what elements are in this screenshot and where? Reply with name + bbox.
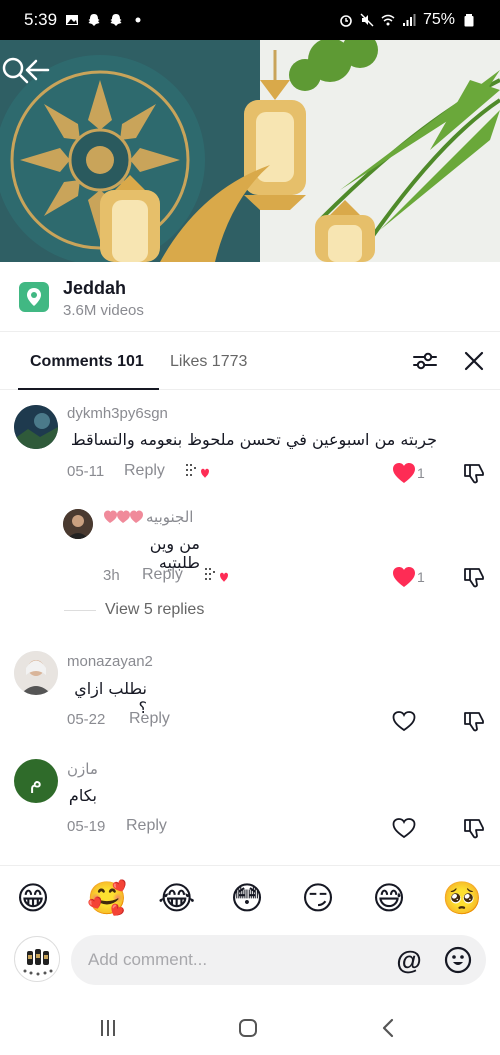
location-banner (0, 40, 500, 262)
location-video-count: 3.6M videos (63, 302, 144, 319)
alarm-icon (340, 15, 352, 27)
reply-item: الجنوبيه من وين طلبتيه 3h Reply 1 (0, 504, 500, 588)
avatar[interactable]: م (14, 759, 58, 803)
comment-text: جربته من اسبوعين في تحسن ملحوظ بنعومه وا… (70, 430, 437, 449)
location-header[interactable]: Jeddah 3.6M videos (0, 262, 500, 332)
comment-username[interactable]: monazayan2 (67, 653, 153, 670)
search-icon[interactable] (0, 55, 30, 85)
comment-item: م مازن بكام 05-19 Reply (0, 756, 500, 846)
quick-emoji-bar: 😁 🥰 😂 😳 😏 😅 🥺 (0, 874, 500, 926)
comments-sheet: Jeddah 3.6M videos Comments 101 Likes 17… (0, 262, 500, 1055)
battery-icon (464, 14, 474, 27)
like-heart-icon[interactable] (392, 817, 416, 839)
like-count: 1 (417, 569, 425, 585)
emoji-pleading[interactable]: 🥺 (442, 880, 482, 916)
divider (64, 610, 96, 611)
comment-date: 05-22 (67, 711, 106, 728)
dislike-icon[interactable] (463, 566, 485, 588)
emoji-tears-of-joy[interactable]: 😂 (158, 880, 195, 916)
active-tab-indicator (18, 388, 159, 390)
filter-icon[interactable] (412, 349, 438, 373)
reaction-icon[interactable] (184, 461, 210, 483)
system-nav-bar (0, 1002, 500, 1055)
reply-date: 3h (103, 567, 120, 584)
close-icon[interactable] (462, 349, 486, 373)
reply-button[interactable]: Reply (142, 566, 183, 584)
status-time: 5:39 (24, 10, 58, 29)
signal-icon (402, 14, 416, 26)
comment-item: dykmh3py6sgn جربته من اسبوعين في تحسن مل… (0, 402, 500, 492)
battery-percent: 75% (422, 11, 455, 28)
view-replies-label: View 5 replies (105, 601, 205, 618)
wifi-icon (381, 14, 395, 26)
avatar[interactable] (63, 509, 93, 539)
dot-icon (135, 17, 141, 23)
mention-button[interactable]: @ (395, 947, 423, 975)
view-replies-button[interactable]: View 5 replies (0, 598, 500, 622)
emoji-smirk[interactable]: 😏 (300, 880, 336, 916)
comment-input-row: @ (0, 932, 500, 992)
emoji-smiling-hearts[interactable]: 🥰 (87, 880, 127, 916)
dislike-icon[interactable] (463, 817, 485, 839)
mute-icon (360, 13, 374, 27)
status-bar: 5:39 75% (0, 0, 500, 40)
ramadan-banner-image (0, 40, 500, 262)
emoji-sweat-smile[interactable]: 😅 (371, 880, 407, 916)
comment-username[interactable]: مازن (67, 760, 98, 778)
emoji-picker-icon[interactable] (444, 946, 472, 974)
recent-apps-icon[interactable] (98, 1018, 118, 1038)
gallery-icon (66, 15, 79, 25)
dislike-icon[interactable] (463, 710, 485, 732)
comment-username[interactable]: dykmh3py6sgn (67, 405, 168, 422)
comment-text: بكام (68, 786, 97, 805)
comment-input[interactable] (71, 935, 486, 985)
location-pin-icon (19, 282, 49, 312)
reply-username[interactable]: الجنوبيه (104, 508, 193, 526)
reply-button[interactable]: Reply (124, 462, 165, 480)
like-count: 1 (417, 465, 425, 481)
home-icon[interactable] (238, 1018, 258, 1038)
reaction-icon[interactable] (203, 565, 229, 587)
location-title: Jeddah (63, 278, 127, 298)
comment-date: 05-11 (67, 463, 105, 480)
back-nav-icon[interactable] (380, 1018, 396, 1038)
tab-likes[interactable]: Likes 1773 (170, 353, 247, 371)
avatar[interactable] (14, 405, 58, 449)
reply-button[interactable]: Reply (126, 817, 167, 835)
emoji-flushed[interactable]: 😳 (229, 880, 265, 916)
like-heart-icon[interactable] (392, 566, 416, 588)
avatar[interactable] (14, 651, 58, 695)
divider (0, 865, 500, 866)
like-heart-icon[interactable] (392, 462, 416, 484)
snapchat-icon (110, 14, 122, 26)
tab-comments[interactable]: Comments 101 (30, 353, 144, 371)
comment-item: monazayan2 نطلب ازاي ؟ 05-22 Reply (0, 648, 500, 738)
reply-button[interactable]: Reply (129, 710, 170, 728)
dislike-icon[interactable] (463, 462, 485, 484)
my-avatar[interactable] (14, 936, 60, 982)
comment-date: 05-19 (67, 818, 106, 835)
emoji-grin[interactable]: 😁 (15, 880, 51, 916)
like-heart-icon[interactable] (392, 710, 416, 732)
avatar-letter: م (29, 769, 43, 793)
hearts-badge-icon (104, 510, 143, 523)
snapchat-icon (88, 14, 100, 26)
comment-tabs: Comments 101 Likes 1773 (0, 332, 500, 390)
